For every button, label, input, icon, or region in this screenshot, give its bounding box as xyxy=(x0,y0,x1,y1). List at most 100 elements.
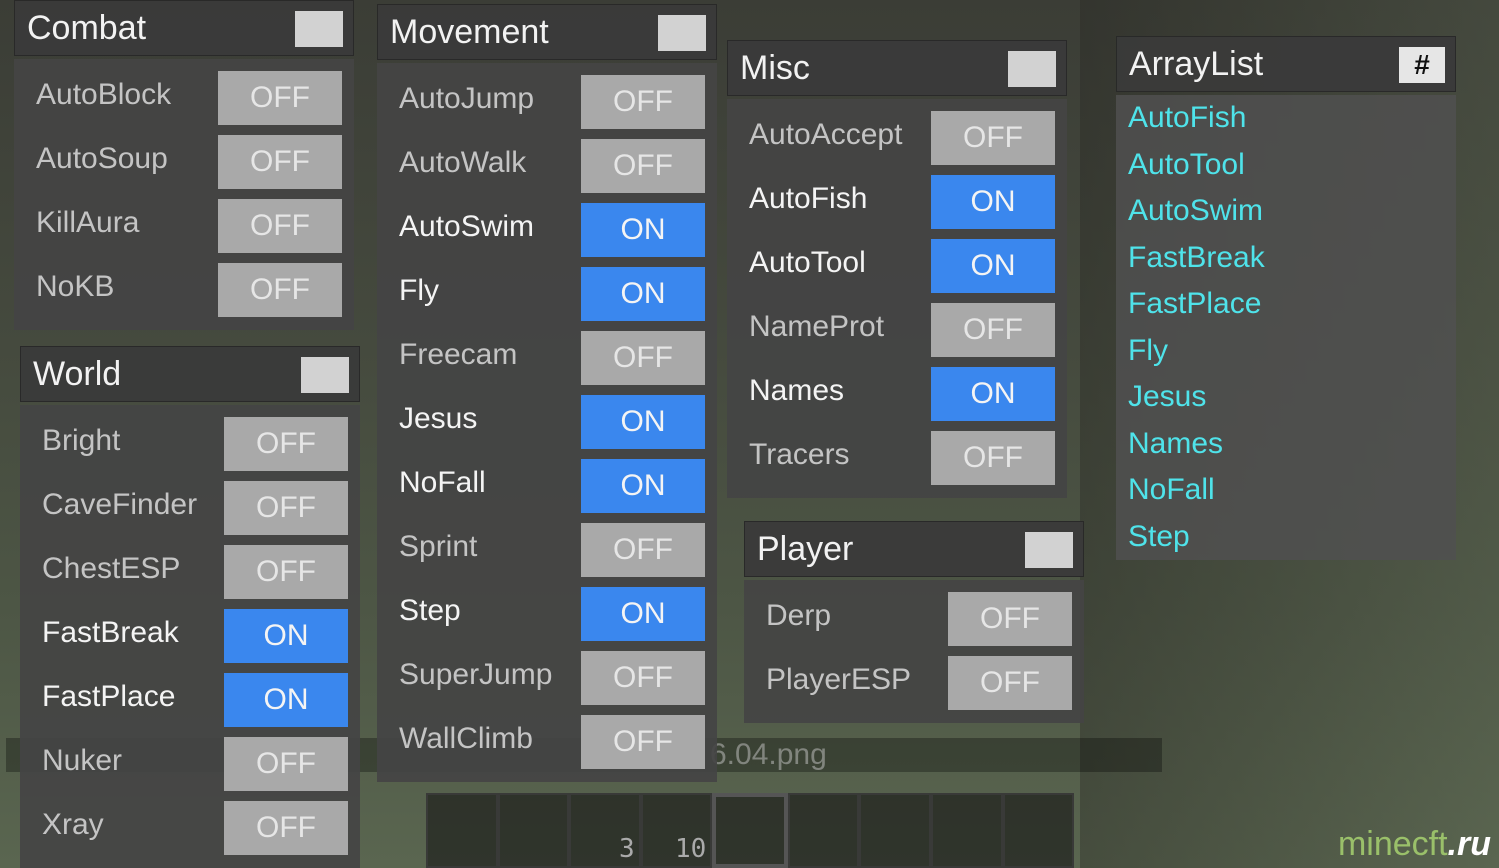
arraylist-items: AutoFish AutoTool AutoSwim FastBreak FastPla… xyxy=(1116,95,1456,560)
module-label: SuperJump xyxy=(399,658,553,691)
module-toggle-button[interactable]: OFF xyxy=(581,331,705,385)
arraylist-item: Jesus xyxy=(1128,380,1207,413)
module-row: Fly ON xyxy=(377,262,717,326)
module-toggle-button[interactable]: OFF xyxy=(931,111,1055,165)
misc-title: Misc xyxy=(740,49,810,87)
module-label: Bright xyxy=(42,424,121,457)
module-row: Freecam OFF xyxy=(377,326,717,390)
module-label: Jesus xyxy=(399,402,478,435)
panel-combat: Combat AutoBlock OFF AutoSoup OFF KillAura OFF… xyxy=(14,0,354,330)
module-label: Freecam xyxy=(399,338,518,371)
module-row: NoFall ON xyxy=(377,454,717,518)
module-toggle-button[interactable]: OFF xyxy=(948,592,1072,646)
player-collapse-toggle[interactable] xyxy=(1025,532,1073,568)
module-toggle-button[interactable]: ON xyxy=(581,267,705,321)
module-label: FastBreak xyxy=(42,616,179,649)
hotbar-slot[interactable]: 3 xyxy=(569,793,641,868)
module-toggle-button[interactable]: OFF xyxy=(581,715,705,769)
hotbar-slot[interactable] xyxy=(712,793,788,868)
item-count: 10 xyxy=(674,834,707,864)
world-header[interactable]: World xyxy=(20,346,360,402)
module-toggle-button[interactable]: ON xyxy=(931,175,1055,229)
module-row: KillAura OFF xyxy=(14,194,354,258)
module-toggle-button[interactable]: OFF xyxy=(581,75,705,129)
module-label: KillAura xyxy=(36,206,140,239)
arraylist-item: AutoTool xyxy=(1128,147,1245,181)
module-toggle-button[interactable]: OFF xyxy=(224,737,348,791)
pin-button[interactable]: # xyxy=(1399,47,1445,83)
module-toggle-button[interactable]: OFF xyxy=(931,431,1055,485)
module-toggle-button[interactable]: ON xyxy=(931,367,1055,421)
module-label: Xray xyxy=(42,808,104,841)
module-label: AutoJump xyxy=(399,82,535,115)
module-toggle-button[interactable]: OFF xyxy=(218,263,342,317)
misc-collapse-toggle[interactable] xyxy=(1008,51,1056,87)
module-toggle-button[interactable]: OFF xyxy=(224,417,348,471)
hotbar-slot[interactable] xyxy=(497,793,570,868)
movement-header[interactable]: Movement xyxy=(377,4,717,60)
module-label: Nuker xyxy=(42,744,123,777)
world-collapse-toggle[interactable] xyxy=(301,357,349,393)
panel-arraylist: ArrayList # AutoFish AutoTool AutoSwim Fast… xyxy=(1116,36,1456,560)
module-label: NoKB xyxy=(36,270,115,303)
module-toggle-button[interactable]: OFF xyxy=(224,481,348,535)
module-toggle-button[interactable]: OFF xyxy=(218,135,342,189)
misc-header[interactable]: Misc xyxy=(727,40,1067,96)
hotbar-slot[interactable] xyxy=(859,793,931,868)
player-header[interactable]: Player xyxy=(744,521,1084,577)
module-toggle-button[interactable]: ON xyxy=(581,395,705,449)
world-title: World xyxy=(33,355,122,393)
module-label: PlayerESP xyxy=(766,663,912,696)
module-row: Bright OFF xyxy=(20,412,360,476)
arraylist-title: ArrayList xyxy=(1129,45,1264,83)
module-toggle-button[interactable]: ON xyxy=(581,203,705,257)
module-toggle-button[interactable]: OFF xyxy=(218,199,342,253)
module-label: Fly xyxy=(399,274,439,307)
player-module-list: Derp OFF PlayerESP OFF xyxy=(744,580,1084,723)
combat-header[interactable]: Combat xyxy=(14,0,354,56)
arraylist-item: Fly xyxy=(1128,333,1168,367)
hotbar-slot[interactable] xyxy=(426,793,498,868)
module-label: ChestESP xyxy=(42,552,181,585)
arraylist-header[interactable]: ArrayList # xyxy=(1116,36,1456,92)
module-toggle-button[interactable]: ON xyxy=(581,587,705,641)
hotbar-slot[interactable]: 10 xyxy=(640,793,713,868)
module-toggle-button[interactable]: ON xyxy=(581,459,705,513)
module-label: AutoFish xyxy=(749,182,868,215)
module-toggle-button[interactable]: OFF xyxy=(581,523,705,577)
module-toggle-button[interactable]: OFF xyxy=(218,71,342,125)
module-row: FastBreak ON xyxy=(20,604,360,668)
module-row: Step ON xyxy=(377,582,717,646)
panel-world: World Bright OFF CaveFinder OFF ChestESP OFF Fa… xyxy=(20,346,360,868)
panel-player: Player Derp OFF PlayerESP OFF xyxy=(744,521,1084,723)
module-label: Step xyxy=(399,594,461,627)
module-toggle-button[interactable]: ON xyxy=(224,609,348,663)
item-count: 3 xyxy=(619,834,635,864)
movement-collapse-toggle[interactable] xyxy=(658,15,706,51)
module-row: AutoSoup OFF xyxy=(14,130,354,194)
module-toggle-button[interactable]: ON xyxy=(224,673,348,727)
module-row: Nuker OFF xyxy=(20,732,360,796)
module-toggle-button[interactable]: OFF xyxy=(931,303,1055,357)
module-toggle-button[interactable]: ON xyxy=(931,239,1055,293)
module-label: AutoBlock xyxy=(36,78,172,111)
panel-movement: Movement AutoJump OFF AutoWalk OFF AutoSwim ON… xyxy=(377,4,717,782)
arraylist-item: FastPlace xyxy=(1128,287,1262,320)
module-toggle-button[interactable]: OFF xyxy=(224,545,348,599)
module-toggle-button[interactable]: OFF xyxy=(224,801,348,855)
combat-collapse-toggle[interactable] xyxy=(295,11,343,47)
module-toggle-button[interactable]: OFF xyxy=(948,656,1072,710)
module-row: Tracers OFF xyxy=(727,426,1067,490)
module-row: Xray OFF xyxy=(20,796,360,860)
module-label: Derp xyxy=(766,599,832,632)
hotbar-slot[interactable] xyxy=(930,793,1003,868)
module-toggle-button[interactable]: OFF xyxy=(581,651,705,705)
module-label: AutoAccept xyxy=(749,118,903,151)
module-toggle-button[interactable]: OFF xyxy=(581,139,705,193)
module-row: PlayerESP OFF xyxy=(744,651,1084,715)
hotbar-slot[interactable] xyxy=(1002,793,1075,868)
hotbar-slot[interactable] xyxy=(787,793,860,868)
module-row: FastPlace ON xyxy=(20,668,360,732)
module-row: Sprint OFF xyxy=(377,518,717,582)
module-row: AutoAccept OFF xyxy=(727,106,1067,170)
